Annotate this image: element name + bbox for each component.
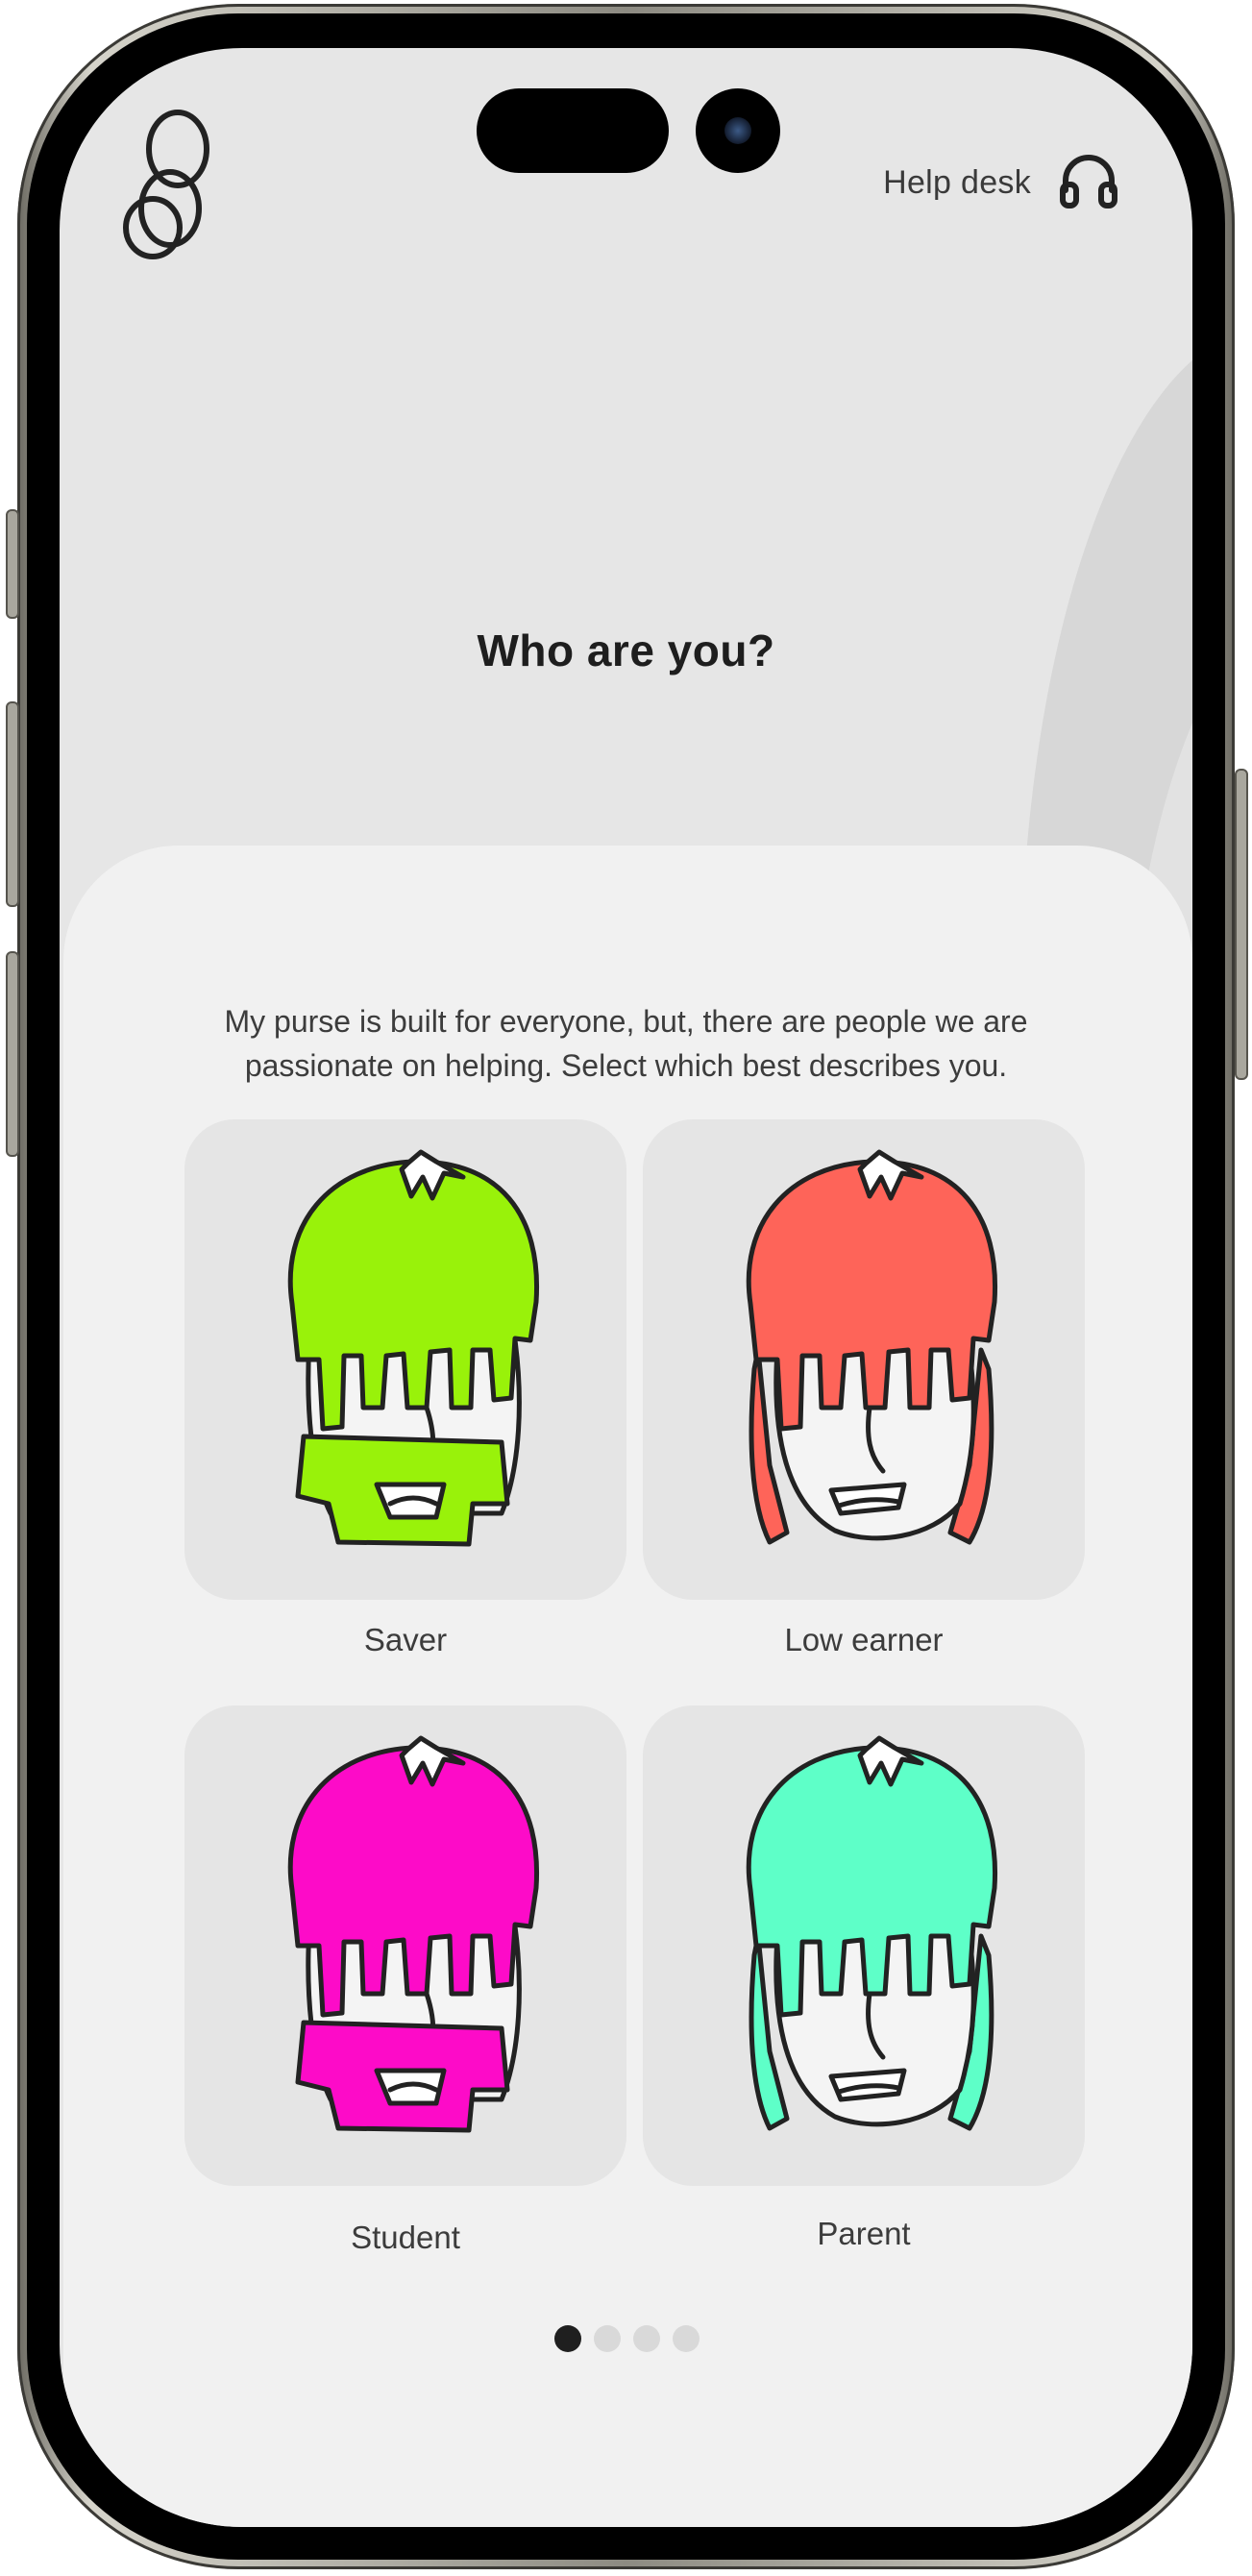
pagination-dot[interactable] [554, 2325, 581, 2352]
dynamic-island [477, 88, 669, 173]
pagination-dot[interactable] [633, 2325, 660, 2352]
persona-face-icon [287, 1149, 540, 1547]
help-desk-label: Help desk [883, 164, 1031, 201]
persona-card-student[interactable] [184, 1705, 626, 2186]
pagination-dot[interactable] [594, 2325, 621, 2352]
page-title: Who are you? [477, 626, 775, 675]
side-button [6, 951, 19, 1157]
persona-card-saver[interactable] [184, 1119, 626, 1600]
headphones-icon [1058, 152, 1119, 214]
camera-lens [696, 88, 780, 173]
screen: Help desk Who are you? My purse is built… [60, 48, 1192, 2527]
persona-face-icon [287, 1735, 540, 2133]
side-button [6, 509, 19, 619]
persona-face-icon [746, 1149, 998, 1545]
page-description: My purse is built for everyone, but, the… [224, 1004, 1028, 1083]
side-button [6, 701, 19, 907]
pagination-dot[interactable] [673, 2325, 700, 2352]
selection-sheet [63, 846, 1192, 2527]
persona-label-low-earner[interactable]: Low earner [643, 1622, 1085, 1658]
interlocking-rings-logo [112, 101, 237, 279]
persona-card-low-earner[interactable] [643, 1119, 1085, 1600]
side-button [1235, 769, 1248, 1080]
pagination-dots [554, 2325, 700, 2352]
persona-label-saver[interactable]: Saver [184, 1622, 626, 1658]
help-desk-link[interactable]: Help desk [883, 152, 1119, 214]
persona-label-student[interactable]: Student [184, 2220, 626, 2256]
persona-face-icon [746, 1735, 998, 2131]
persona-card-parent[interactable] [643, 1705, 1085, 2186]
persona-label-parent[interactable]: Parent [643, 2216, 1085, 2252]
